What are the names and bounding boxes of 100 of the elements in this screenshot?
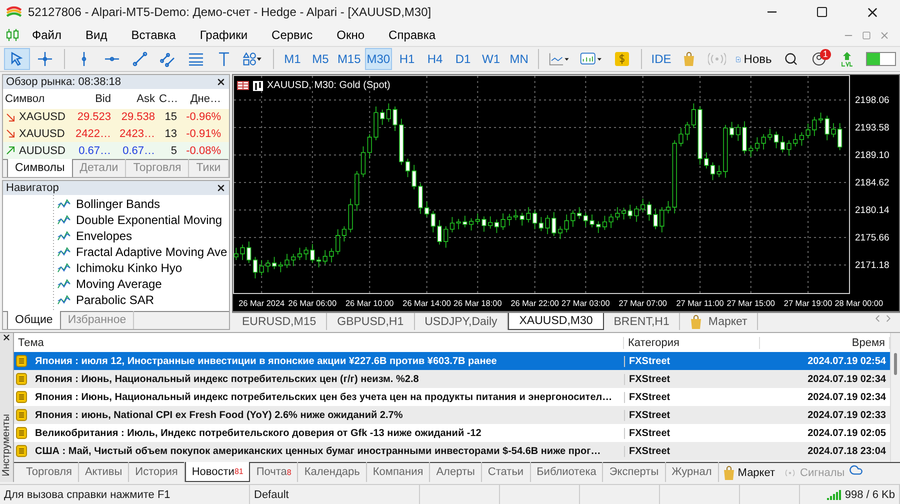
bid-cell-text: 29.523 — [76, 111, 112, 124]
shopping-bag-icon — [683, 52, 696, 66]
menu-item[interactable]: Вставка — [119, 26, 188, 44]
chart-tab[interactable]: EURUSD,M15 — [232, 313, 328, 330]
scrollbar[interactable] — [890, 333, 900, 462]
account-button[interactable]: 1 — [806, 48, 832, 70]
timeframe-button[interactable]: W1 — [478, 48, 504, 70]
x-tick-label: 26 Mar 14:00 — [402, 299, 451, 308]
menu-item[interactable]: Сервис — [260, 26, 325, 44]
timeframe-button[interactable]: H1 — [394, 48, 420, 70]
panel-tab[interactable]: Общие — [7, 311, 61, 329]
status-traffic: 998 / 6 Kb — [844, 488, 895, 500]
channel-icon — [160, 51, 176, 67]
close-icon — [879, 30, 890, 40]
news-icon — [16, 409, 27, 421]
timeframe-button[interactable]: M1 — [279, 48, 306, 70]
ask-cell-text: 0.67… — [122, 144, 156, 157]
column-header[interactable]: Bid — [69, 92, 113, 105]
new-order-button[interactable]: Новь — [732, 48, 776, 70]
toolbox-tab[interactable]: Алерты — [430, 462, 482, 482]
indicator-icon — [57, 231, 71, 241]
chart-tab[interactable]: BRENT,H1 — [604, 313, 680, 330]
y-tick-label: 2171.18 — [855, 260, 890, 271]
symbol-cell: AUDUSD — [19, 144, 66, 157]
dollar-icon — [614, 51, 630, 67]
spread-cell-text: 15 — [164, 111, 178, 124]
toolbox-tab[interactable]: Эксперты — [603, 462, 666, 482]
x-tick-label: 27 Mar 03:00 — [562, 299, 610, 308]
ask-cell-text: 29.538 — [120, 111, 156, 124]
bid-cell-text: 2422… — [74, 128, 112, 140]
indicator-icon — [57, 295, 71, 305]
y-tick-label: 2180.14 — [855, 205, 890, 216]
pointer-icon — [9, 51, 25, 67]
ide-button[interactable]: IDE — [648, 48, 674, 70]
panel-tab[interactable]: Символы — [7, 159, 73, 177]
toolbox-tab[interactable]: Календарь — [298, 462, 367, 482]
column-header[interactable]: Символ — [3, 92, 69, 105]
chart-tab[interactable]: GBPUSD,H1 — [327, 313, 415, 330]
toolbox-tab[interactable]: Активы — [78, 462, 130, 482]
toolbox-tab[interactable]: Журнал — [666, 462, 719, 482]
time-cell-text: 2024.07.19 02:54 — [806, 356, 887, 366]
down-arrow-icon — [6, 112, 15, 122]
indicator-item[interactable]: Envelopes — [3, 228, 229, 244]
column-header[interactable]: Категория — [624, 336, 760, 348]
news-row[interactable]: Япония : июнь, National CPI ex Fresh Food (YoY) 2.6% ниже ожиданий 2.7% FXStreet 2024.07.19 02:33 — [14, 406, 890, 424]
menu-item[interactable]: Вид — [74, 26, 120, 44]
indicator-item[interactable]: Fractal Adaptive Moving Ave — [3, 244, 229, 260]
x-tick-label: 27 Mar 11:00 — [676, 299, 724, 308]
news-row[interactable]: Япония : июля 12, Иностранные инвестиции в японские акции ¥227.6B против ¥603.7B ранее FXStreet 2024.07.19 02:54 — [14, 352, 890, 370]
market-tab[interactable]: Маркет — [680, 313, 758, 330]
y-tick-label: 2193.58 — [855, 122, 890, 134]
close-button[interactable] — [2, 333, 11, 342]
column-header[interactable]: Ask — [113, 92, 157, 105]
broadcast-icon — [783, 468, 798, 478]
timeframe-button[interactable]: H4 — [422, 48, 448, 70]
time-cell-text: 2024.07.19 02:34 — [806, 392, 887, 402]
news-icon — [16, 445, 27, 457]
timeframe-button[interactable]: D1 — [450, 48, 476, 70]
table-icon — [237, 81, 249, 90]
market-tab[interactable]: Маркет — [718, 463, 780, 482]
menu-item[interactable]: Справка — [376, 26, 448, 44]
indicator-item[interactable]: Ichimoku Kinko Hyo — [3, 260, 229, 276]
indicator-item[interactable]: Bollinger Bands — [3, 196, 229, 212]
column-header[interactable]: Дне… — [179, 92, 223, 105]
menu-item[interactable]: Графики — [188, 26, 260, 44]
close-button[interactable] — [216, 183, 226, 193]
menu-item[interactable]: Файл — [20, 26, 74, 44]
close-button[interactable] — [216, 76, 226, 87]
change-cell-text: -0.96% — [185, 111, 222, 124]
indicator-icon — [57, 247, 71, 257]
spread-cell-text: 5 — [170, 144, 178, 157]
column-header[interactable]: Тема — [14, 336, 624, 348]
timeframe-button[interactable]: M5 — [307, 48, 334, 70]
toolbox-tab[interactable]: Библиотека — [530, 462, 604, 482]
timeframe-button[interactable]: MN — [506, 48, 532, 70]
toolbox-tab[interactable]: Торговля — [20, 462, 79, 482]
ask-cell-text: 2423… — [118, 128, 156, 140]
drawing-tool-button[interactable] — [4, 48, 30, 70]
news-row[interactable]: Великобритания : Июль, Индекс потребительского доверия от Gfk -13 ниже ожиданий -12 FXStreet 2024.07.19 02:05 — [14, 424, 890, 442]
indicator-item[interactable]: Double Exponential Moving — [3, 212, 229, 228]
close-icon — [216, 76, 226, 87]
toolbox-tab[interactable]: Компания — [366, 462, 430, 482]
category-cell: FXStreet — [624, 392, 760, 402]
toolbox-tab[interactable]: Статьи — [482, 462, 531, 482]
change-cell-text: -0.91% — [185, 128, 222, 140]
menu-item[interactable]: Окно — [324, 26, 377, 44]
indicator-item[interactable]: Moving Average — [3, 276, 229, 292]
news-row[interactable]: Япония : Июнь, Национальный индекс потребительских цен (г/г) неизм. %2.8 FXStreet 2024.07.19 02:34 — [14, 370, 890, 388]
chart-title: XAUUSD, M30: Gold (Spot) — [267, 80, 390, 91]
indicator-item[interactable]: Parabolic SAR — [3, 292, 229, 308]
x-tick-label: 26 Mar 10:00 — [346, 299, 394, 308]
crosshair-icon — [37, 51, 53, 67]
column-header[interactable]: С… — [157, 92, 179, 105]
news-row[interactable]: Япония : Июнь, Национальный индекс потребительских цен без учета цен на продукты питания и энергоносител… FXStreet 2024.07.19 02:34 — [14, 388, 890, 406]
news-row[interactable]: США : Май, Чистый объем покупок американских ценных бумаг иностранными инвесторами $-54.6B ниже прог… FXStreet 2024.07.18 23:04 — [14, 442, 890, 460]
timeframe-button[interactable]: M15 — [335, 48, 363, 70]
chart-template-icon — [580, 51, 604, 67]
timeframe-button[interactable]: M30 — [364, 48, 392, 70]
news-icon — [16, 355, 27, 367]
chart-tab[interactable]: XAUUSD,M30 — [508, 313, 604, 330]
